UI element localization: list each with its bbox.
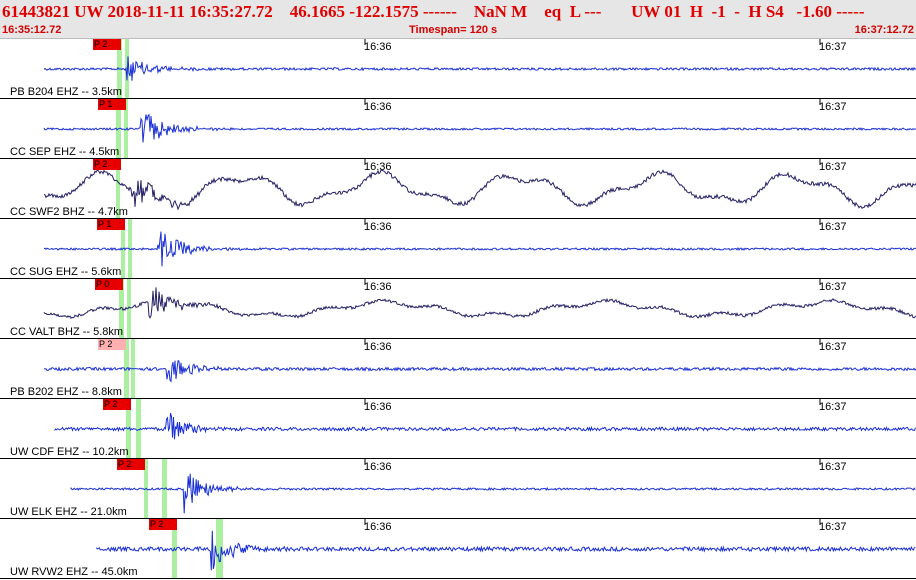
waveform-trace	[43, 56, 916, 81]
event-info: 61443821 UW 2018-11-11 16:35:27.72 46.16…	[2, 2, 865, 21]
station-label: CC SWF2 BHZ -- 4.7km	[10, 206, 128, 218]
seismogram-panel[interactable]: 16:36 16:37 P 2 PB B202 EHZ -- 8.8km	[0, 339, 916, 399]
event-header: 61443821 UW 2018-11-11 16:35:27.72 46.16…	[0, 0, 916, 39]
time-label-1636: 16:36	[364, 161, 392, 173]
phase-pick-flag[interactable]: P 2	[93, 159, 121, 170]
seismogram-panel[interactable]: 16:36 16:37 P 2 UW ELK EHZ -- 21.0km	[0, 459, 916, 519]
station-label: CC SEP EHZ -- 4.5km	[10, 146, 120, 158]
waveform-trace	[43, 113, 916, 143]
time-label-1636: 16:36	[364, 281, 392, 293]
phase-pick-flag[interactable]: P 0	[95, 279, 123, 290]
time-label-1636: 16:36	[364, 221, 392, 233]
phase-pick-flag[interactable]: P 2	[117, 459, 145, 470]
seismogram-panel[interactable]: 16:36 16:37 P 2 CC SWF2 BHZ -- 4.7km	[0, 159, 916, 219]
waveform-plot	[44, 339, 916, 398]
seismogram-panel[interactable]: 16:36 16:37 P 2 UW CDF EHZ -- 10.2km	[0, 399, 916, 459]
station-label: UW RVW2 EHZ -- 45.0km	[10, 566, 138, 578]
time-label-1637: 16:37	[819, 461, 847, 473]
seismogram-panel[interactable]: 16:36 16:37 P 1 CC SUG EHZ -- 5.6km	[0, 219, 916, 279]
phase-pick-flag[interactable]: P 2	[103, 399, 131, 410]
seismogram-panel[interactable]: 16:36 16:37 P 0 CC VALT BHZ -- 5.8km	[0, 279, 916, 339]
time-label-1636: 16:36	[364, 41, 392, 53]
waveform-plot	[43, 219, 916, 278]
time-label-1636: 16:36	[364, 401, 392, 413]
time-label-1637: 16:37	[819, 341, 847, 353]
waveform-trace	[44, 359, 916, 383]
waveform-plot	[54, 399, 916, 458]
waveform-plot	[43, 159, 916, 218]
time-label-1637: 16:37	[819, 161, 847, 173]
time-label-1637: 16:37	[819, 221, 847, 233]
phase-pick-flag[interactable]: P 1	[98, 99, 126, 110]
end-time: 16:37:12.72	[854, 24, 914, 36]
time-label-1637: 16:37	[819, 401, 847, 413]
phase-pick-flag[interactable]: P 2	[149, 519, 177, 530]
time-label-1636: 16:36	[364, 461, 392, 473]
waveform-trace	[43, 231, 916, 267]
seismogram-panel[interactable]: 16:36 16:37 P 2 UW RVW2 EHZ -- 45.0km	[0, 519, 916, 579]
seismogram-panel[interactable]: 16:36 16:37 P 2 PB B204 EHZ -- 3.5km	[0, 39, 916, 99]
seismogram-panels: 16:36 16:37 P 2 PB B204 EHZ -- 3.5km 16:36 16…	[0, 39, 916, 580]
station-label: PB B202 EHZ -- 8.8km	[10, 386, 122, 398]
station-label: CC VALT BHZ -- 5.8km	[10, 326, 124, 338]
time-label-1636: 16:36	[364, 101, 392, 113]
time-label-1637: 16:37	[819, 281, 847, 293]
start-time: 16:35:12.72	[2, 24, 62, 36]
waveform-plot	[43, 39, 916, 98]
timespan-label: Timespan= 120 s	[409, 24, 498, 36]
time-label-1637: 16:37	[819, 41, 847, 53]
waveform-plot	[43, 99, 916, 158]
time-label-1637: 16:37	[819, 101, 847, 113]
phase-pick-flag[interactable]: P 2	[93, 39, 121, 50]
station-label: PB B204 EHZ -- 3.5km	[10, 86, 122, 98]
waveform-trace	[43, 287, 916, 319]
station-label: UW ELK EHZ -- 21.0km	[10, 506, 127, 518]
waveform-trace	[54, 412, 916, 440]
seismogram-panel[interactable]: 16:36 16:37 P 1 CC SEP EHZ -- 4.5km	[0, 99, 916, 159]
time-label-1636: 16:36	[364, 521, 392, 533]
waveform-plot	[43, 279, 916, 338]
station-label: UW CDF EHZ -- 10.2km	[10, 446, 129, 458]
time-label-1636: 16:36	[364, 341, 392, 353]
phase-pick-flag[interactable]: P 2	[98, 339, 126, 350]
time-label-1637: 16:37	[819, 521, 847, 533]
phase-pick-flag[interactable]: P 1	[97, 219, 125, 230]
station-label: CC SUG EHZ -- 5.6km	[10, 266, 122, 278]
waveform-trace	[70, 473, 916, 514]
waveform-trace	[43, 169, 916, 211]
